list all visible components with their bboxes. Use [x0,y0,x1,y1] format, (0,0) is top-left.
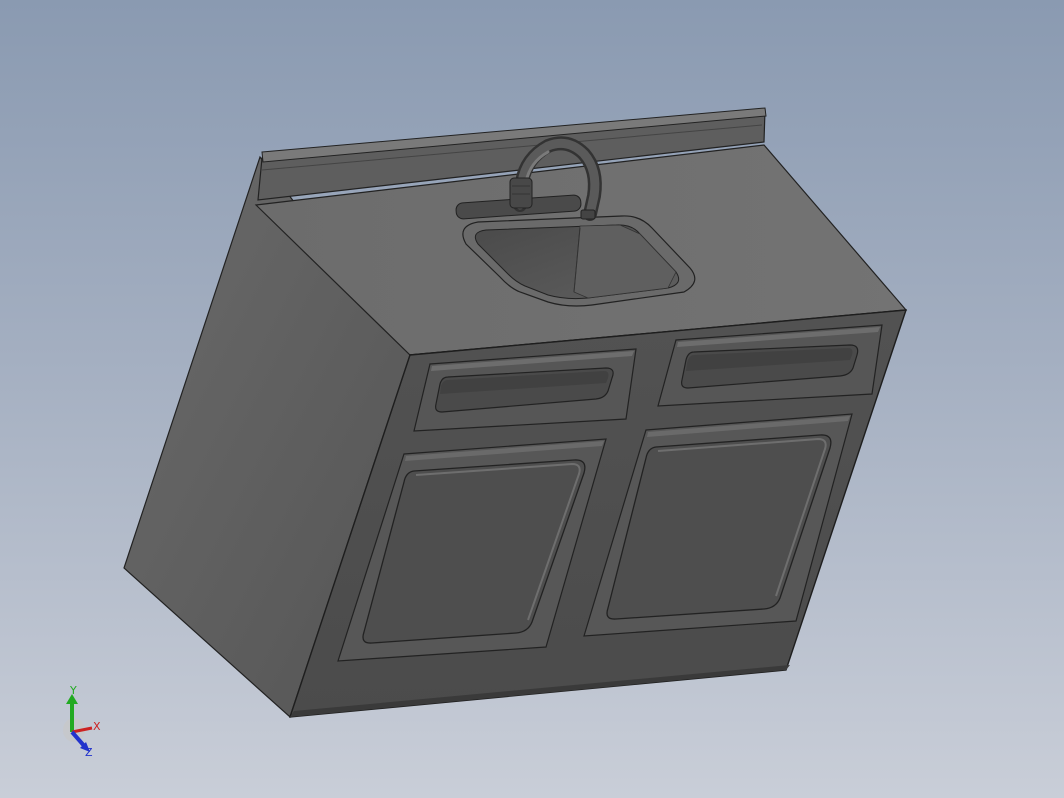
graphics-viewport[interactable]: Y X Z [0,0,1064,798]
triad-y-label: Y [69,684,77,697]
view-orientation-triad[interactable]: Y X Z [52,682,112,762]
sink-cabinet-model[interactable] [0,0,1064,798]
triad-x-label: X [93,720,101,733]
triad-z-label: Z [85,746,93,759]
faucet-base [509,177,533,209]
faucet-nozzle [580,209,596,220]
